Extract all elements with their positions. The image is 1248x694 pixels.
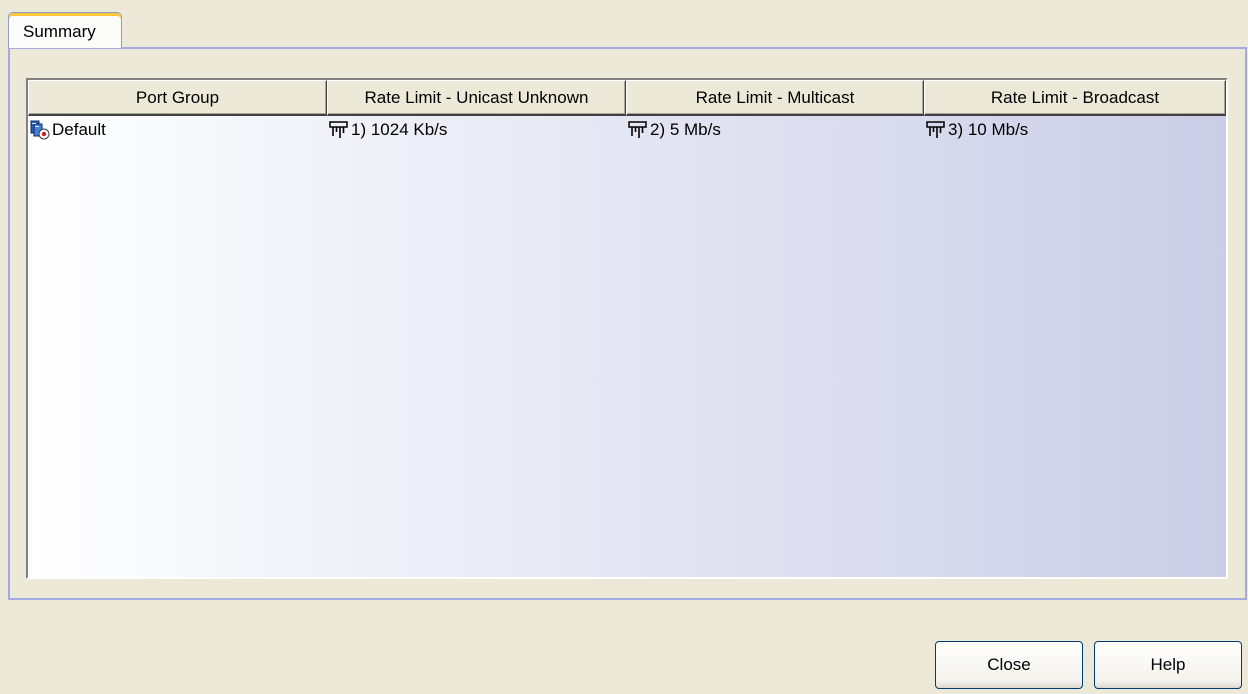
table-header: Port Group Rate Limit - Unicast Unknown …: [28, 80, 1226, 116]
table-background: [28, 80, 1226, 577]
rate-limit-icon: [926, 120, 946, 140]
cell-multicast[interactable]: 2) 5 Mb/s: [626, 117, 924, 143]
port-group-name: Default: [52, 120, 106, 139]
column-header-port-group[interactable]: Port Group: [28, 80, 327, 116]
cell-broadcast[interactable]: 3) 10 Mb/s: [924, 117, 1226, 143]
tab-summary-label: Summary: [23, 22, 96, 41]
rate-limit-icon: [329, 120, 349, 140]
column-header-label: Rate Limit - Multicast: [695, 87, 855, 107]
column-header-multicast[interactable]: Rate Limit - Multicast: [626, 80, 924, 116]
summary-tab-panel: Port Group Rate Limit - Unicast Unknown …: [8, 47, 1247, 600]
column-header-label: Rate Limit - Broadcast: [990, 87, 1160, 107]
port-group-table[interactable]: Port Group Rate Limit - Unicast Unknown …: [26, 78, 1228, 579]
table-row[interactable]: Default 1) 1024 Kb/s 2) 5 Mb/s 3) 10 Mb/…: [28, 117, 1226, 143]
unicast-unknown-value: 1) 1024 Kb/s: [351, 120, 448, 139]
port-group-icon: [30, 120, 50, 140]
broadcast-value: 3) 10 Mb/s: [948, 120, 1029, 139]
help-button[interactable]: Help: [1094, 641, 1242, 689]
cell-port-group[interactable]: Default: [28, 117, 327, 143]
cell-unicast-unknown[interactable]: 1) 1024 Kb/s: [327, 117, 626, 143]
column-header-label: Port Group: [135, 87, 220, 107]
column-header-unicast-unknown[interactable]: Rate Limit - Unicast Unknown: [327, 80, 626, 116]
tab-summary[interactable]: Summary: [8, 12, 122, 48]
column-header-broadcast[interactable]: Rate Limit - Broadcast: [924, 80, 1226, 116]
close-button[interactable]: Close: [935, 641, 1083, 689]
rate-limit-icon: [628, 120, 648, 140]
multicast-value: 2) 5 Mb/s: [650, 120, 721, 139]
column-header-label: Rate Limit - Unicast Unknown: [364, 87, 589, 107]
